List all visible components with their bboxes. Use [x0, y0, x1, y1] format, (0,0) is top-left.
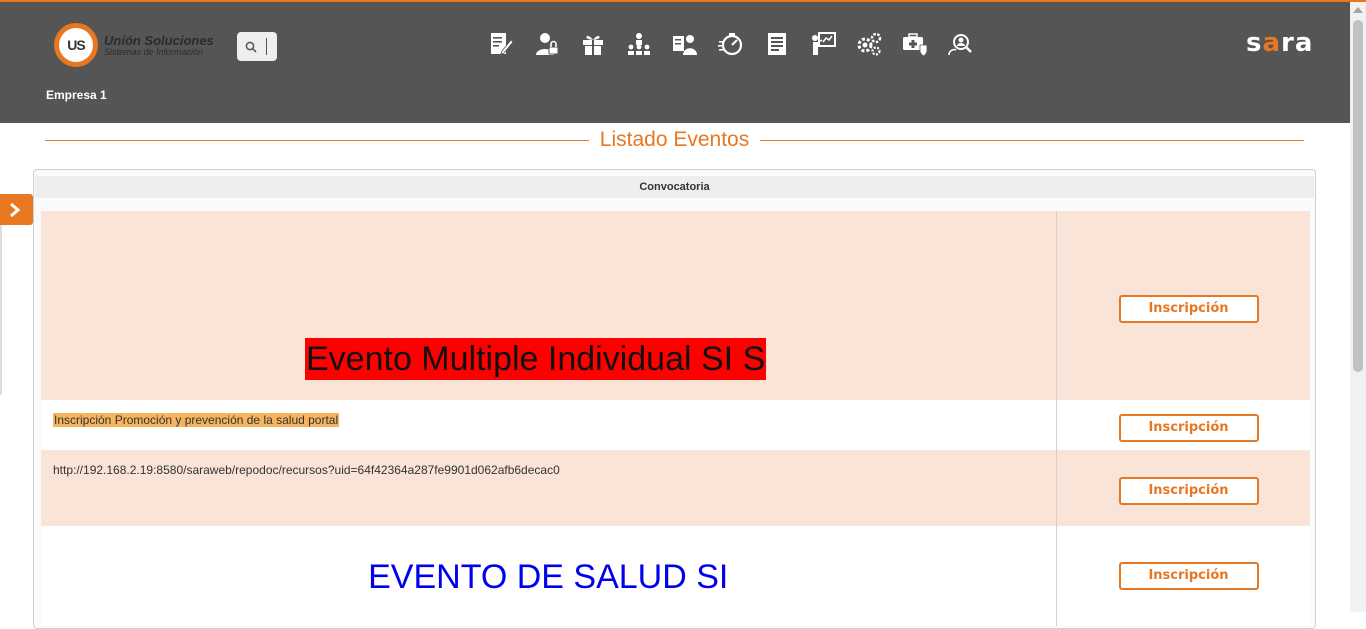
event-cell: EVENTO DE SALUD SI: [41, 526, 1057, 626]
table-row: Inscripción Promoción y prevención de la…: [41, 400, 1310, 450]
event-title: Inscripción Promoción y prevención de la…: [53, 413, 340, 427]
event-cell: Inscripción Promoción y prevención de la…: [41, 400, 1057, 450]
sara-brand-logo: sara: [1246, 28, 1314, 58]
gift-icon[interactable]: [580, 29, 626, 59]
scroll-up-arrow-icon[interactable]: [1353, 7, 1363, 13]
inscripcion-button[interactable]: Inscripción: [1118, 477, 1259, 505]
gears-icon[interactable]: [856, 29, 902, 59]
list-document-icon[interactable]: [764, 29, 810, 59]
scroll-thumb[interactable]: [1353, 20, 1363, 372]
search-icon: [245, 41, 257, 53]
events-table: Evento Multiple Individual SI S Inscripc…: [41, 211, 1310, 626]
event-cell: http://192.168.2.19:8580/saraweb/repodoc…: [41, 450, 1057, 526]
event-title: EVENTO DE SALUD SI: [368, 558, 729, 596]
table-row: Evento Multiple Individual SI S Inscripc…: [41, 211, 1310, 400]
sidebar-edge: [0, 225, 2, 395]
action-cell: Inscripción: [1056, 211, 1310, 400]
vertical-scrollbar[interactable]: [1350, 2, 1366, 612]
action-cell: Inscripción: [1056, 450, 1310, 526]
logo-badge: US: [54, 23, 98, 67]
event-cell: Evento Multiple Individual SI S: [41, 211, 1057, 400]
inscripcion-button[interactable]: Inscripción: [1118, 295, 1259, 323]
search-cursor: [266, 38, 267, 55]
company-name[interactable]: Empresa 1: [46, 88, 107, 102]
action-cell: Inscripción: [1056, 400, 1310, 450]
table-row: EVENTO DE SALUD SI Inscripción: [41, 526, 1310, 626]
search-button[interactable]: [237, 32, 277, 61]
title-divider-right: [760, 139, 1304, 141]
logo-name: Unión Soluciones: [104, 32, 214, 48]
organization-icon[interactable]: [626, 29, 672, 59]
events-panel: Convocatoria Evento Multiple Individual …: [33, 169, 1316, 629]
timer-icon[interactable]: [718, 29, 764, 59]
edit-document-icon[interactable]: [488, 29, 534, 59]
page-title: Listado Eventos: [599, 128, 750, 151]
presentation-icon[interactable]: [810, 29, 856, 59]
event-title: Evento Multiple Individual SI S: [305, 338, 767, 380]
medical-kit-icon[interactable]: [902, 29, 948, 59]
page-title-row: Listado Eventos: [45, 126, 1304, 154]
logo-tagline: Sistemas de Información: [104, 46, 204, 57]
user-lock-icon[interactable]: [534, 29, 580, 59]
company-logo[interactable]: US Unión Soluciones Sistemas de Informac…: [54, 23, 214, 67]
chevron-right-icon: [10, 202, 21, 217]
inscripcion-button[interactable]: Inscripción: [1118, 562, 1259, 590]
action-cell: Inscripción: [1056, 526, 1310, 626]
sidebar-toggle-button[interactable]: [0, 194, 33, 225]
inscripcion-button[interactable]: Inscripción: [1118, 414, 1259, 442]
table-row: http://192.168.2.19:8580/saraweb/repodoc…: [41, 450, 1310, 526]
app-header: US Unión Soluciones Sistemas de Informac…: [0, 2, 1350, 123]
worker-card-icon[interactable]: [672, 29, 718, 59]
title-divider-left: [45, 139, 589, 141]
event-link[interactable]: http://192.168.2.19:8580/saraweb/repodoc…: [53, 463, 1056, 477]
search-users-icon[interactable]: [948, 29, 994, 59]
module-toolbar: [488, 29, 994, 59]
table-header: Convocatoria: [35, 176, 1314, 198]
